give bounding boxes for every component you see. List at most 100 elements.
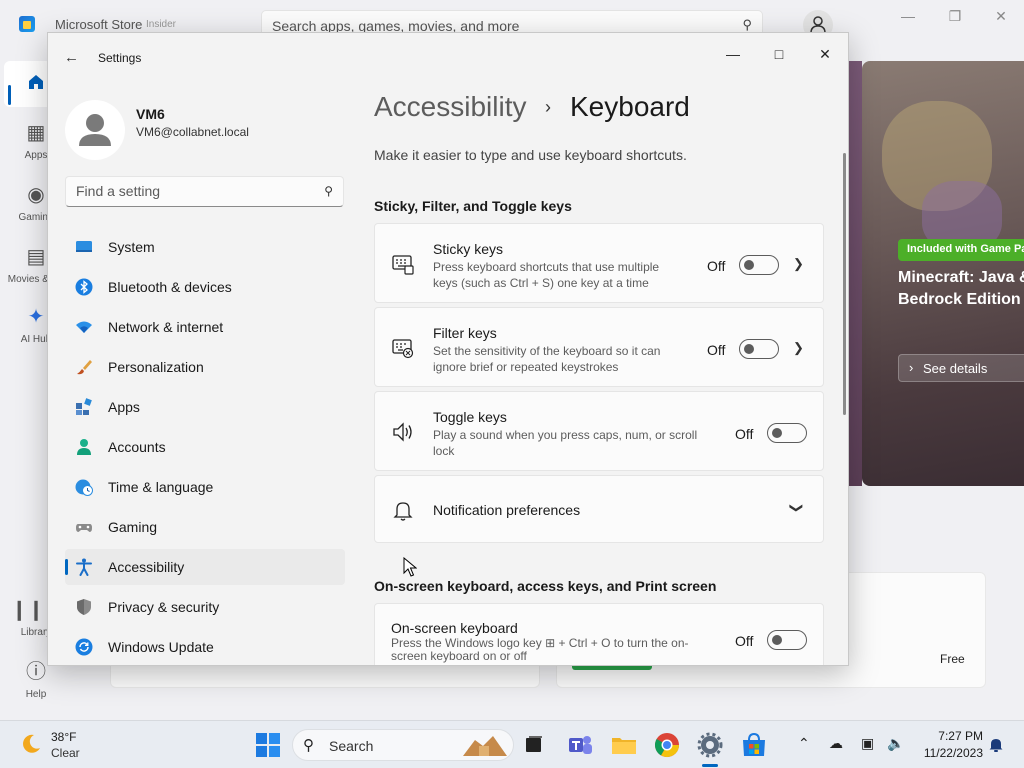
- store-nav-apps-label: Apps: [24, 150, 48, 161]
- chevron-right-icon[interactable]: ❯: [793, 256, 804, 272]
- network-icon[interactable]: ▣: [861, 735, 874, 752]
- search-highlight-icon: [463, 736, 507, 756]
- taskbar-search[interactable]: ⚲ Search: [292, 729, 514, 761]
- weather-condition[interactable]: Clear: [51, 746, 80, 760]
- update-icon: [75, 638, 93, 656]
- chevron-right-icon: ›: [909, 360, 914, 375]
- sidebar-item-label: Personalization: [108, 359, 204, 375]
- chrome-icon[interactable]: [653, 731, 681, 759]
- find-setting-field[interactable]: ⚲: [65, 176, 344, 207]
- sticky-keys-card[interactable]: Sticky keys Press keyboard shortcuts tha…: [374, 223, 824, 303]
- task-view-icon[interactable]: [520, 731, 548, 759]
- search-icon: ⚲: [303, 737, 314, 754]
- toggle-keys-card[interactable]: Toggle keys Play a sound when you press …: [374, 391, 824, 471]
- section-heading: On-screen keyboard, access keys, and Pri…: [374, 578, 717, 594]
- store-hero-banner[interactable]: Included with Game Pass Minecraft: Java …: [862, 61, 1024, 486]
- page-description: Make it easier to type and use keyboard …: [374, 147, 687, 163]
- search-icon[interactable]: ⚲: [324, 184, 333, 198]
- profile-email: VM6@collabnet.local: [136, 125, 249, 139]
- filter-keys-icon: [392, 339, 414, 359]
- on-screen-keyboard-toggle[interactable]: [767, 630, 807, 650]
- toggle-state-label: Off: [735, 633, 754, 649]
- sidebar-item-windows-update[interactable]: Windows Update: [65, 629, 345, 665]
- price-label: Free: [940, 652, 965, 666]
- mouse-cursor-icon: [403, 557, 417, 577]
- maximize-button[interactable]: □: [756, 39, 802, 69]
- toggle-keys-toggle[interactable]: [767, 423, 807, 443]
- sticky-keys-toggle[interactable]: [739, 255, 779, 275]
- sidebar-item-label: System: [108, 239, 155, 255]
- file-explorer-icon[interactable]: [610, 731, 638, 759]
- sidebar-item-privacy[interactable]: Privacy & security: [65, 589, 345, 625]
- card-title: Toggle keys: [433, 409, 507, 425]
- sidebar-item-accounts[interactable]: Accounts: [65, 429, 345, 465]
- shield-icon: [77, 599, 91, 615]
- sidebar-item-label: Windows Update: [108, 639, 214, 655]
- store-nav-help-label: Help: [25, 689, 47, 700]
- speaker-icon: [393, 422, 412, 442]
- microsoft-store-icon[interactable]: [740, 731, 768, 759]
- chevron-right-icon[interactable]: ❯: [793, 340, 804, 356]
- filter-keys-card[interactable]: Filter keys Set the sensitivity of the k…: [374, 307, 824, 387]
- sidebar-item-label: Bluetooth & devices: [108, 279, 232, 295]
- accessibility-icon: [76, 558, 92, 576]
- clock-time[interactable]: 7:27 PM: [937, 729, 983, 743]
- settings-title: Settings: [98, 51, 142, 65]
- moon-weather-icon[interactable]: [20, 733, 42, 755]
- sidebar-item-time-language[interactable]: Time & language: [65, 469, 345, 505]
- sidebar-item-apps[interactable]: Apps: [65, 389, 345, 425]
- volume-icon[interactable]: 🔈: [887, 735, 904, 752]
- store-minimize-button[interactable]: —: [898, 8, 918, 24]
- toggle-state-label: Off: [707, 258, 726, 274]
- sidebar-item-system[interactable]: System: [65, 229, 345, 265]
- card-title: On-screen keyboard: [391, 620, 518, 636]
- store-close-button[interactable]: ✕: [991, 8, 1011, 25]
- find-setting-input[interactable]: [76, 183, 306, 199]
- windows-start-icon[interactable]: [254, 731, 282, 759]
- store-insider-label: Insider: [146, 19, 177, 30]
- see-details-button[interactable]: › See details: [898, 354, 1024, 382]
- card-description: lock: [433, 444, 455, 458]
- cloud-sync-icon[interactable]: ☁: [829, 735, 843, 752]
- card-description: ignore brief or repeated keystrokes: [433, 360, 619, 374]
- bluetooth-icon: [75, 278, 93, 296]
- chevron-up-icon[interactable]: ⌃: [798, 735, 810, 752]
- toggle-knob: [744, 344, 754, 354]
- active-indicator: [65, 559, 68, 575]
- store-maximize-button[interactable]: ❐: [945, 8, 965, 25]
- breadcrumb-parent[interactable]: Accessibility: [374, 91, 526, 123]
- controller-icon: [76, 524, 92, 532]
- weather-temperature[interactable]: 38°F: [51, 730, 76, 744]
- notification-bell-icon[interactable]: [988, 737, 1004, 753]
- sidebar-item-bluetooth[interactable]: Bluetooth & devices: [65, 269, 345, 305]
- sidebar-item-accessibility[interactable]: Accessibility: [65, 549, 345, 585]
- avatar[interactable]: [65, 100, 125, 160]
- back-arrow-icon[interactable]: ←: [64, 49, 79, 66]
- sidebar-item-personalization[interactable]: Personalization: [65, 349, 345, 385]
- card-title: Sticky keys: [433, 241, 504, 257]
- notification-preferences-card[interactable]: Notification preferences ❯: [374, 475, 824, 543]
- user-avatar-icon: [79, 114, 111, 146]
- system-icon: [76, 241, 92, 252]
- toggle-knob: [772, 428, 782, 438]
- sidebar-item-gaming[interactable]: Gaming: [65, 509, 345, 545]
- teams-icon[interactable]: [566, 731, 594, 759]
- scrollbar[interactable]: [843, 153, 846, 415]
- close-button[interactable]: ✕: [802, 39, 848, 69]
- settings-gear-icon[interactable]: [696, 731, 724, 759]
- game-pass-badge: Included with Game Pass: [898, 239, 1024, 261]
- bell-icon: [393, 502, 413, 521]
- on-screen-keyboard-card[interactable]: On-screen keyboard Press the Windows log…: [374, 603, 824, 665]
- clock-date[interactable]: 11/22/2023: [918, 746, 983, 760]
- chevron-down-icon[interactable]: ❯: [788, 503, 804, 514]
- card-title: Notification preferences: [433, 502, 581, 518]
- taskbar-search-label: Search: [329, 738, 374, 754]
- store-nav-help[interactable]: ⓘ Help: [4, 661, 68, 700]
- search-icon[interactable]: ⚲: [742, 17, 752, 33]
- minimize-button[interactable]: —: [710, 39, 756, 69]
- filter-keys-toggle[interactable]: [739, 339, 779, 359]
- page-title: Keyboard: [570, 91, 690, 122]
- sidebar-item-network[interactable]: Network & internet: [65, 309, 345, 345]
- store-logo-icon: [19, 16, 35, 32]
- sidebar-item-label: Network & internet: [108, 319, 224, 335]
